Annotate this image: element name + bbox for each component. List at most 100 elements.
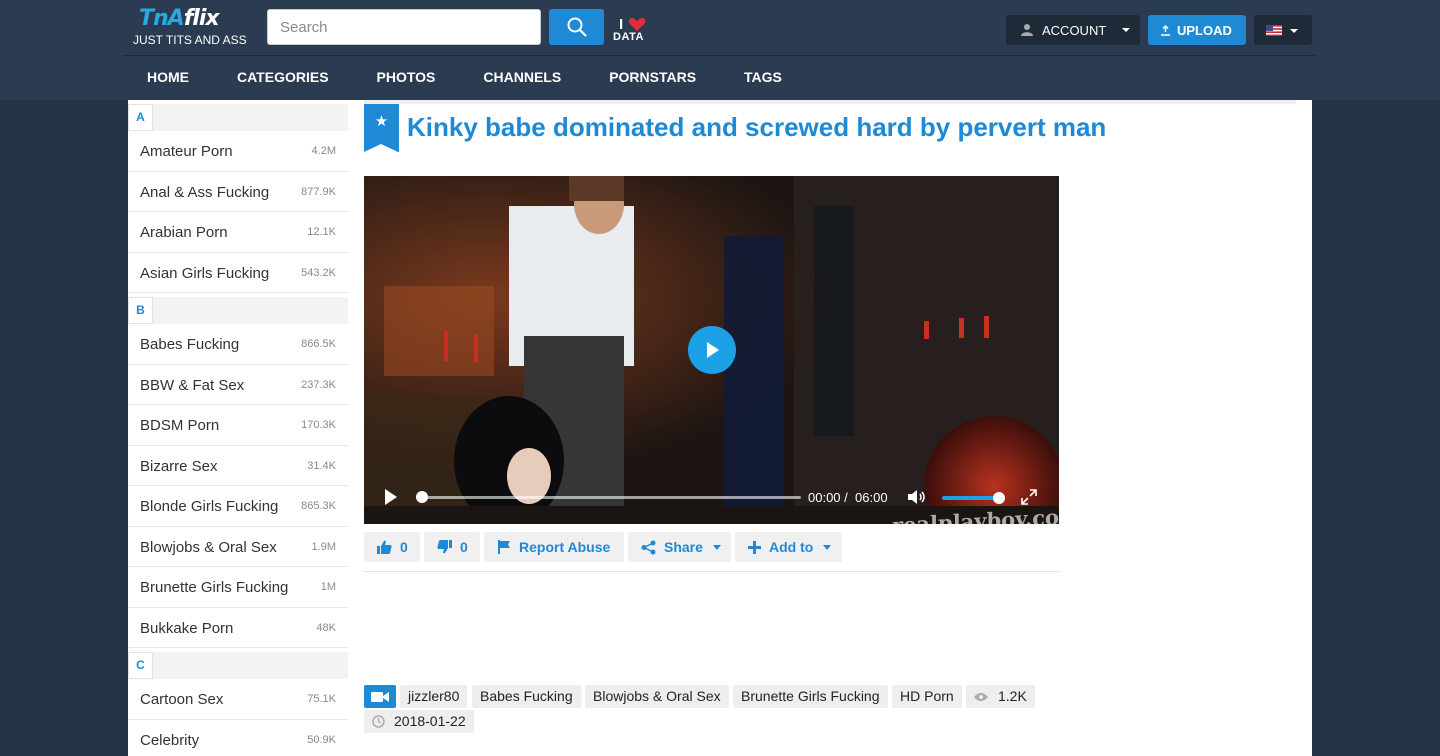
seek-bar[interactable] <box>419 496 801 499</box>
site-header: TnAflix JUST TITS AND ASS I DATA ACCOUNT <box>0 0 1440 100</box>
plus-icon <box>748 540 761 554</box>
upload-label: UPLOAD <box>1177 22 1232 38</box>
nav-item-channels[interactable]: CHANNELS <box>459 56 585 100</box>
like-button[interactable]: 0 <box>364 532 420 562</box>
category-count: 12.1K <box>307 226 336 238</box>
flag-icon <box>498 540 510 554</box>
tag-label: Brunette Girls Fucking <box>741 688 880 704</box>
search-input[interactable] <box>267 9 541 45</box>
category-count: 1M <box>320 581 336 593</box>
report-abuse-button[interactable]: Report Abuse <box>484 532 624 562</box>
report-label: Report Abuse <box>519 539 611 555</box>
play-icon <box>707 342 719 358</box>
chevron-down-icon <box>712 544 721 550</box>
category-item[interactable]: BBW & Fat Sex 237.3K <box>128 365 348 405</box>
category-name: Bukkake Porn <box>140 619 234 637</box>
favorite-bookmark[interactable]: ★ <box>364 104 399 152</box>
site-logo[interactable]: TnAflix JUST TITS AND ASS <box>133 6 248 48</box>
category-name: Blonde Girls Fucking <box>140 498 279 515</box>
i-love-data-badge[interactable]: I DATA <box>613 14 653 46</box>
letter-header-b: B <box>128 297 348 324</box>
add-to-label: Add to <box>769 539 814 555</box>
category-count: 1.9M <box>311 540 336 553</box>
date-badge: 2018-01-22 <box>364 710 474 733</box>
category-item[interactable]: Bukkake Porn 48K <box>128 608 348 648</box>
dislike-count: 0 <box>460 539 468 555</box>
player-controls: 00:00 / 06:00 <box>364 482 1059 512</box>
category-item[interactable]: Anal & Ass Fucking 877.9K <box>128 172 348 212</box>
uploader-link[interactable]: jizzler80 <box>400 685 468 708</box>
current-time: 00:00 <box>808 490 841 505</box>
nav-item-categories[interactable]: CATEGORIES <box>213 56 353 100</box>
header-inner: TnAflix JUST TITS AND ASS I DATA ACCOUNT <box>123 0 1316 100</box>
uploader-badge <box>364 685 396 708</box>
tag-link[interactable]: Brunette Girls Fucking <box>733 685 888 708</box>
category-count: 75.1K <box>307 693 336 705</box>
letter-label: B <box>128 297 153 324</box>
tag-link[interactable]: HD Porn <box>892 685 962 708</box>
eye-icon <box>974 692 988 701</box>
category-name: Brunette Girls Fucking <box>140 579 289 596</box>
video-title: Kinky babe dominated and screwed hard by… <box>407 112 1107 142</box>
category-item[interactable]: Bizarre Sex 31.4K <box>128 446 348 486</box>
play-overlay-button[interactable] <box>688 326 736 374</box>
category-item[interactable]: BDSM Porn 170.3K <box>128 405 348 446</box>
category-item[interactable]: Asian Girls Fucking 543.2K <box>128 253 348 293</box>
views-badge: 1.2K <box>966 685 1035 708</box>
category-name: BBW & Fat Sex <box>140 376 245 394</box>
category-item[interactable]: Arabian Porn 12.1K <box>128 212 348 253</box>
logo-text-part-1: TnA <box>139 6 185 31</box>
tag-link[interactable]: Babes Fucking <box>472 685 581 708</box>
thumbs-up-icon <box>377 540 392 554</box>
category-item[interactable]: Blowjobs & Oral Sex 1.9M <box>128 527 348 567</box>
category-item[interactable]: Brunette Girls Fucking 1M <box>128 567 348 608</box>
heart-icon <box>628 17 646 31</box>
category-item[interactable]: Blonde Girls Fucking 865.3K <box>128 486 348 527</box>
video-player[interactable]: 00:00 / 06:00 realplayboy.com <box>364 176 1059 524</box>
volume-slider[interactable] <box>942 496 1000 500</box>
nav-item-photos[interactable]: PHOTOS <box>353 56 460 100</box>
nav-item-tags[interactable]: TAGS <box>720 56 806 100</box>
category-count: 877.9K <box>301 185 336 198</box>
main-nav: HOME CATEGORIES PHOTOS CHANNELS PORNSTAR… <box>123 56 1316 100</box>
add-to-dropdown[interactable]: Add to <box>735 532 842 562</box>
actions-divider <box>364 571 1059 572</box>
top-divider <box>364 100 1296 104</box>
video-actions: 0 0 Report Abuse Share Add to <box>364 532 1059 562</box>
clock-icon <box>372 715 385 728</box>
tag-link[interactable]: Blowjobs & Oral Sex <box>585 685 729 708</box>
category-item[interactable]: Amateur Porn 4.2M <box>128 131 348 172</box>
volume-handle[interactable] <box>993 492 1005 504</box>
seek-handle[interactable] <box>416 491 428 503</box>
category-name: Anal & Ass Fucking <box>140 183 270 201</box>
category-name: Celebrity <box>140 731 200 749</box>
fullscreen-icon[interactable] <box>1021 489 1037 505</box>
category-count: 543.2K <box>301 266 336 279</box>
page-content: A Amateur Porn 4.2M Anal & Ass Fucking 877… <box>128 100 1312 756</box>
uploader-name: jizzler80 <box>408 688 460 704</box>
share-icon <box>641 540 656 554</box>
play-icon[interactable] <box>384 489 398 505</box>
upload-button[interactable]: UPLOAD <box>1148 15 1246 45</box>
letter-label: A <box>128 104 153 131</box>
account-dropdown[interactable]: ACCOUNT <box>1006 15 1140 45</box>
thumbs-down-icon <box>437 540 452 554</box>
category-name: Arabian Porn <box>140 224 228 241</box>
ilove-data-text: DATA <box>613 31 644 43</box>
share-dropdown[interactable]: Share <box>628 532 731 562</box>
us-flag-icon <box>1266 25 1282 36</box>
category-count: 865.3K <box>301 500 336 512</box>
category-item[interactable]: Celebrity 50.9K <box>128 720 348 756</box>
nav-item-pornstars[interactable]: PORNSTARS <box>585 56 720 100</box>
category-item[interactable]: Babes Fucking 866.5K <box>128 324 348 365</box>
category-item[interactable]: Cartoon Sex 75.1K <box>128 679 348 720</box>
volume-icon[interactable] <box>907 489 927 505</box>
category-count: 50.9K <box>307 733 336 746</box>
category-count: 48K <box>316 621 336 634</box>
dislike-button[interactable]: 0 <box>424 532 480 562</box>
chevron-down-icon <box>1122 28 1130 32</box>
search-button[interactable] <box>549 9 604 45</box>
upload-icon <box>1161 24 1170 36</box>
nav-item-home[interactable]: HOME <box>123 56 213 100</box>
language-dropdown[interactable] <box>1254 15 1312 45</box>
